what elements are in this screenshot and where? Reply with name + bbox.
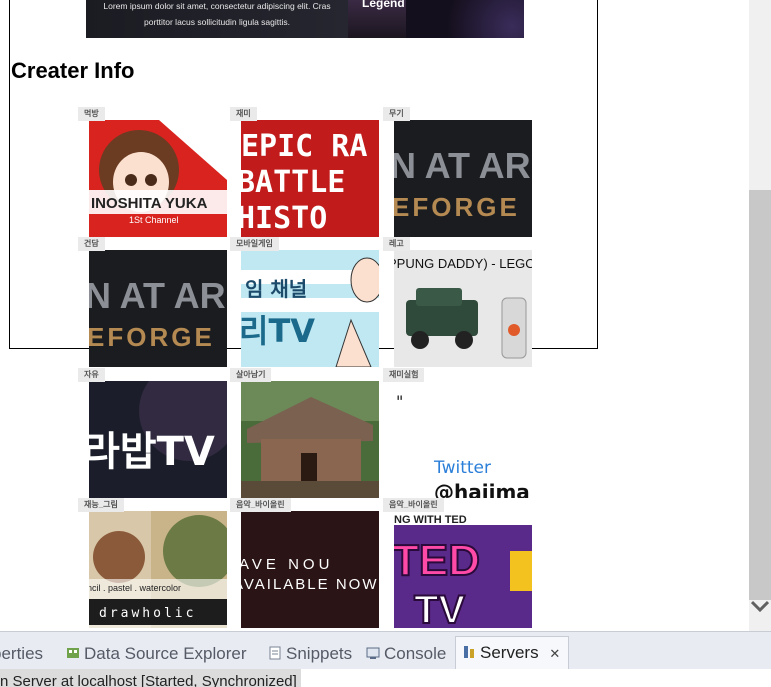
creator-thumbnail[interactable]: 라밥TV bbox=[89, 381, 227, 498]
svg-text:EFORGE: EFORGE bbox=[89, 322, 215, 352]
category-tag: 음악_바이올린 bbox=[230, 498, 291, 512]
category-tag: 재미실험 bbox=[383, 368, 425, 382]
console-icon bbox=[366, 641, 380, 659]
creator-thumbnail[interactable]: INOSHITA YUKA 1St Channel bbox=[89, 120, 227, 237]
servers-view: n Server at localhost [Started, Synchron… bbox=[0, 669, 771, 687]
banner-image bbox=[406, 0, 524, 38]
svg-text:TV: TV bbox=[414, 588, 465, 628]
category-tag: 건담 bbox=[78, 237, 105, 251]
creator-thumbnail[interactable]: N AT AR EFORGE bbox=[394, 120, 532, 237]
svg-text:EPIC RA: EPIC RA bbox=[241, 129, 367, 164]
banner-legend: Legend bbox=[362, 0, 405, 10]
scrollbar-thumb[interactable] bbox=[749, 190, 771, 600]
creator-thumbnail[interactable]: N AT AR EFORGE bbox=[89, 250, 227, 367]
tab-label: Servers bbox=[480, 643, 539, 662]
banner: Lorem ipsum dolor sit amet, consectetur … bbox=[86, 0, 524, 38]
scroll-down-icon[interactable] bbox=[749, 596, 771, 618]
category-tag: 모바일게임 bbox=[230, 237, 279, 251]
creator-card[interactable]: EPIC RA BATTLE HISTO 재미 bbox=[230, 107, 379, 237]
svg-text:PPUNG DADDY) - LEGO: PPUNG DADDY) - LEGO bbox=[394, 256, 532, 271]
creator-card[interactable]: ncil . pastel . watercolor drawholic 재능_… bbox=[78, 498, 227, 628]
servers-icon bbox=[462, 638, 476, 658]
creator-card[interactable]: N AT AR EFORGE 무기 bbox=[383, 107, 532, 237]
category-tag: 무기 bbox=[383, 107, 410, 121]
creator-card[interactable]: NG WITH TED TED TV 음악_바이올린 bbox=[383, 498, 532, 628]
svg-text:라밥TV: 라밥TV bbox=[89, 429, 215, 475]
creator-thumbnail[interactable] bbox=[241, 381, 379, 498]
svg-text:AVAILABLE NOW: AVAILABLE NOW bbox=[241, 576, 378, 593]
creator-thumbnail[interactable]: NG WITH TED TED TV bbox=[394, 511, 532, 628]
server-status-row[interactable]: n Server at localhost [Started, Synchron… bbox=[0, 669, 301, 687]
category-tag: 음악_바이올린 bbox=[383, 498, 444, 512]
ide-view-tabs: perties Data Source Explorer Snippets Co… bbox=[0, 631, 771, 669]
creator-thumbnail[interactable]: ncil . pastel . watercolor drawholic bbox=[89, 511, 227, 628]
vertical-scrollbar[interactable] bbox=[749, 0, 771, 631]
category-tag: 살아남기 bbox=[230, 368, 272, 382]
tab-label: perties bbox=[0, 644, 44, 663]
tab-data-source-explorer[interactable]: Data Source Explorer bbox=[66, 640, 247, 668]
creator-card[interactable]: 살아남기 bbox=[230, 368, 379, 498]
svg-text:": " bbox=[396, 392, 403, 411]
tab-label: Snippets bbox=[286, 644, 353, 663]
tab-console[interactable]: Console bbox=[366, 640, 446, 668]
browser-viewport: Lorem ipsum dolor sit amet, consectetur … bbox=[0, 0, 749, 631]
svg-text:ncil . pastel . watercolor: ncil . pastel . watercolor bbox=[89, 583, 181, 593]
category-tag: 자유 bbox=[78, 368, 105, 382]
creator-card[interactable]: N AT AR EFORGE 건담 bbox=[78, 237, 227, 367]
close-icon[interactable]: ✕ bbox=[549, 646, 560, 661]
svg-text:Twitter: Twitter bbox=[433, 458, 491, 478]
category-tag: 재능_그림 bbox=[78, 498, 124, 512]
category-tag: 먹방 bbox=[78, 107, 105, 121]
svg-text:drawholic: drawholic bbox=[99, 606, 196, 621]
svg-text:N AT AR: N AT AR bbox=[394, 145, 531, 186]
creator-thumbnail[interactable]: AVE NOU AVAILABLE NOW bbox=[241, 511, 379, 628]
svg-text:@hajima: @hajima bbox=[434, 480, 530, 498]
tab-label: Console bbox=[384, 644, 447, 663]
creator-card[interactable]: 라밥TV 자유 bbox=[78, 368, 227, 498]
creator-thumbnail[interactable]: 임 채널 리TV bbox=[241, 250, 379, 367]
page-title: Creater Info bbox=[11, 58, 135, 83]
svg-text:BATTLE: BATTLE bbox=[241, 165, 345, 200]
creator-thumbnail[interactable]: EPIC RA BATTLE HISTO bbox=[241, 120, 379, 237]
category-tag: 재미 bbox=[230, 107, 257, 121]
tab-servers[interactable]: Servers ✕ bbox=[455, 636, 570, 669]
svg-text:NG WITH TED: NG WITH TED bbox=[394, 514, 467, 526]
svg-text:TED: TED bbox=[394, 536, 480, 585]
svg-text:HISTO: HISTO bbox=[241, 201, 327, 236]
creator-card[interactable]: PPUNG DADDY) - LEGO 레고 bbox=[383, 237, 532, 367]
creator-card[interactable]: INOSHITA YUKA 1St Channel 먹방 bbox=[78, 107, 227, 237]
svg-text:INOSHITA YUKA: INOSHITA YUKA bbox=[91, 195, 208, 212]
tab-label: Data Source Explorer bbox=[84, 644, 247, 663]
svg-text:1St Channel: 1St Channel bbox=[129, 215, 179, 225]
svg-text:리TV: 리TV bbox=[241, 312, 315, 350]
category-tag: 레고 bbox=[383, 237, 410, 251]
tab-snippets[interactable]: Snippets bbox=[268, 640, 352, 668]
svg-text:AVE NOU: AVE NOU bbox=[241, 556, 333, 573]
creator-card[interactable]: AVE NOU AVAILABLE NOW 음악_바이올린 bbox=[230, 498, 379, 628]
svg-text:임 채널: 임 채널 bbox=[245, 277, 307, 301]
creator-card[interactable]: " Twitter @hajima 재미실험 bbox=[383, 368, 532, 498]
svg-text:EFORGE: EFORGE bbox=[394, 192, 520, 222]
creator-thumbnail[interactable]: PPUNG DADDY) - LEGO bbox=[394, 250, 532, 367]
tab-properties[interactable]: perties bbox=[0, 640, 43, 668]
data-source-icon bbox=[66, 641, 80, 658]
creator-thumbnail[interactable]: " Twitter @hajima bbox=[394, 381, 532, 498]
svg-text:N AT AR: N AT AR bbox=[89, 275, 226, 316]
creator-card[interactable]: 임 채널 리TV 모바일게임 bbox=[230, 237, 379, 367]
banner-text: Lorem ipsum dolor sit amet, consectetur … bbox=[103, 1, 331, 27]
snippets-icon bbox=[268, 641, 282, 660]
